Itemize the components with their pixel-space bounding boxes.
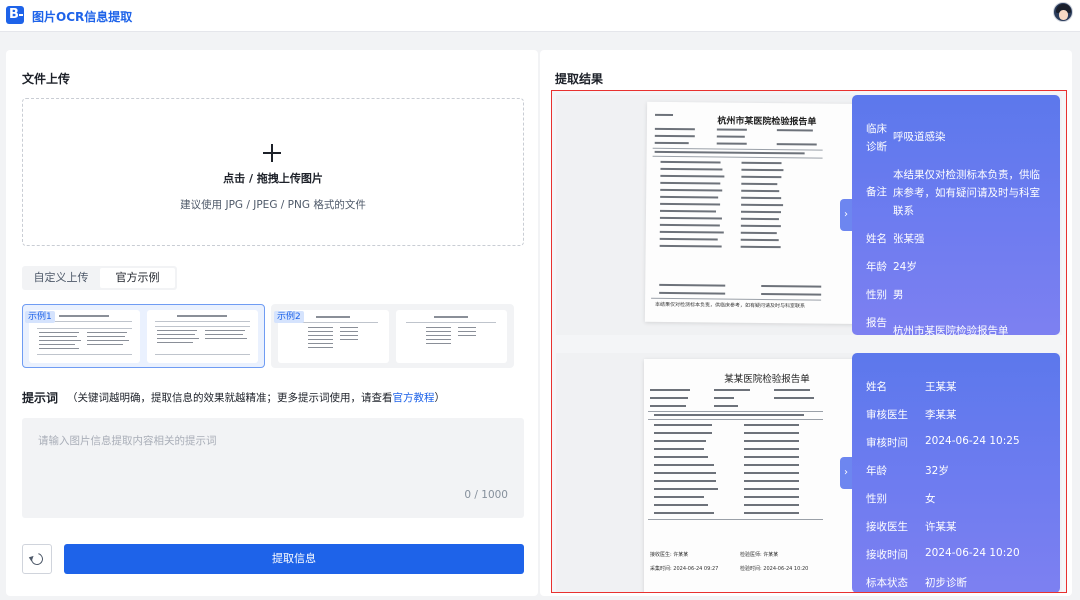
app-logo-icon[interactable]: B bbox=[6, 6, 24, 24]
result-panel: 提取结果 杭州市某医院检验报告单 本结果仅对检测标本负责，供临床参考，如有疑问请… bbox=[540, 50, 1072, 596]
extracted-info-panel: 临床诊断 呼吸道感染 备注 本结果仅对检测标本负责，供临床参考，如有疑问请及时与… bbox=[852, 95, 1060, 335]
char-count: 0 / 1000 bbox=[464, 489, 508, 501]
field-value: 2024-06-24 10:20 bbox=[925, 547, 1020, 559]
field-value: 女 bbox=[925, 493, 936, 505]
field-key: 年龄 bbox=[866, 465, 887, 477]
plus-icon bbox=[263, 144, 281, 162]
upload-dropzone[interactable]: 点击 / 拖拽上传图片 建议使用 JPG / JPEG / PNG 格式的文件 bbox=[22, 98, 524, 246]
field-key: 临床诊断 bbox=[866, 123, 887, 153]
field-value: 许某某 bbox=[925, 521, 957, 533]
field-key: 年龄 bbox=[866, 261, 887, 273]
upload-section-title: 文件上传 bbox=[22, 72, 71, 86]
document-footer: 采集时间: 2024-06-24 09:27 bbox=[650, 566, 719, 572]
chevron-right-icon[interactable]: › bbox=[840, 457, 852, 489]
field-key: 审核医生 bbox=[866, 409, 908, 421]
refresh-icon bbox=[28, 550, 46, 568]
field-key: 姓名 bbox=[866, 381, 887, 393]
result-section-title: 提取结果 bbox=[555, 72, 604, 86]
sample-tag: 示例1 bbox=[25, 311, 55, 323]
field-value: 王某某 bbox=[925, 381, 957, 393]
sample-thumbnail bbox=[147, 310, 258, 363]
field-key: 报告 bbox=[866, 317, 887, 329]
extracted-info-panel: 姓名 王某某 审核医生 李某某 审核时间 2024-06-24 10:25 年龄… bbox=[852, 353, 1060, 592]
result-card: 杭州市某医院检验报告单 本结果仅对检测标本负责，供临床参考，如有疑问请及时与科室… bbox=[556, 95, 1062, 335]
app-title: 图片OCR信息提取 bbox=[32, 10, 133, 24]
result-frame: 杭州市某医院检验报告单 本结果仅对检测标本负责，供临床参考，如有疑问请及时与科室… bbox=[551, 90, 1067, 593]
field-key: 接收医生 bbox=[866, 521, 908, 533]
field-value: 男 bbox=[893, 289, 904, 301]
field-key: 审核时间 bbox=[866, 437, 908, 449]
field-key: 标本状态 bbox=[866, 577, 908, 589]
field-value: 李某某 bbox=[925, 409, 957, 421]
field-value: 杭州市某医院检验报告单 bbox=[893, 325, 1009, 335]
upload-hint-text: 建议使用 JPG / JPEG / PNG 格式的文件 bbox=[180, 199, 366, 211]
result-card: 某某医院检验报告单 接收医生: 许某某 检验医师: 许某某 采集时间: 2024… bbox=[556, 353, 1062, 592]
extract-button[interactable]: 提取信息 bbox=[64, 544, 524, 574]
prompt-description: （关键词越明确，提取信息的效果就越精准；更多提示词使用，请查看官方教程） bbox=[67, 392, 445, 404]
field-value: 初步诊断 bbox=[925, 577, 967, 589]
field-value: 32岁 bbox=[925, 465, 949, 477]
user-avatar[interactable] bbox=[1053, 2, 1073, 22]
document-footer: 接收医生: 许某某 bbox=[650, 552, 689, 558]
field-value: 2024-06-24 10:25 bbox=[925, 435, 1020, 447]
reset-button[interactable] bbox=[22, 544, 52, 574]
source-tabs: 自定义上传 官方示例 bbox=[22, 266, 177, 290]
sample-card-2[interactable]: 示例2 bbox=[271, 304, 514, 368]
field-value: 张某强 bbox=[893, 233, 925, 245]
sample-thumbnail bbox=[396, 310, 507, 363]
document-footer: 本结果仅对检测标本负责，供临床参考，如有疑问请及时与科室联系 bbox=[655, 301, 806, 310]
field-key: 接收时间 bbox=[866, 549, 908, 561]
field-key: 性别 bbox=[866, 289, 887, 301]
chevron-right-icon[interactable]: › bbox=[840, 199, 852, 231]
field-key: 备注 bbox=[866, 186, 887, 198]
tab-official-examples[interactable]: 官方示例 bbox=[100, 268, 175, 288]
field-value: 24岁 bbox=[893, 261, 917, 273]
prompt-label: 提示词 bbox=[22, 391, 59, 405]
prompt-input-container: 0 / 1000 bbox=[22, 418, 524, 518]
tab-custom-upload[interactable]: 自定义上传 bbox=[24, 268, 98, 288]
field-value: 呼吸道感染 bbox=[893, 131, 946, 143]
field-key: 性别 bbox=[866, 493, 887, 505]
field-key: 姓名 bbox=[866, 233, 887, 245]
sample-tag: 示例2 bbox=[274, 311, 304, 323]
upload-main-text: 点击 / 拖拽上传图片 bbox=[223, 172, 323, 185]
prompt-input[interactable] bbox=[22, 418, 524, 518]
document-footer: 检验时间: 2024-06-24 10:20 bbox=[740, 566, 809, 572]
tutorial-link[interactable]: 官方教程 bbox=[393, 392, 435, 404]
input-panel: 文件上传 点击 / 拖拽上传图片 建议使用 JPG / JPEG / PNG 格… bbox=[6, 50, 538, 596]
document-footer: 检验医师: 许某某 bbox=[740, 552, 779, 558]
top-bar: B 图片OCR信息提取 bbox=[0, 0, 1080, 32]
field-value: 本结果仅对检测标本负责，供临床参考，如有疑问请及时与科室联系 bbox=[893, 169, 1040, 217]
document-title: 杭州市某医院检验报告单 bbox=[717, 116, 817, 128]
sample-card-1[interactable]: 示例1 bbox=[22, 304, 265, 368]
